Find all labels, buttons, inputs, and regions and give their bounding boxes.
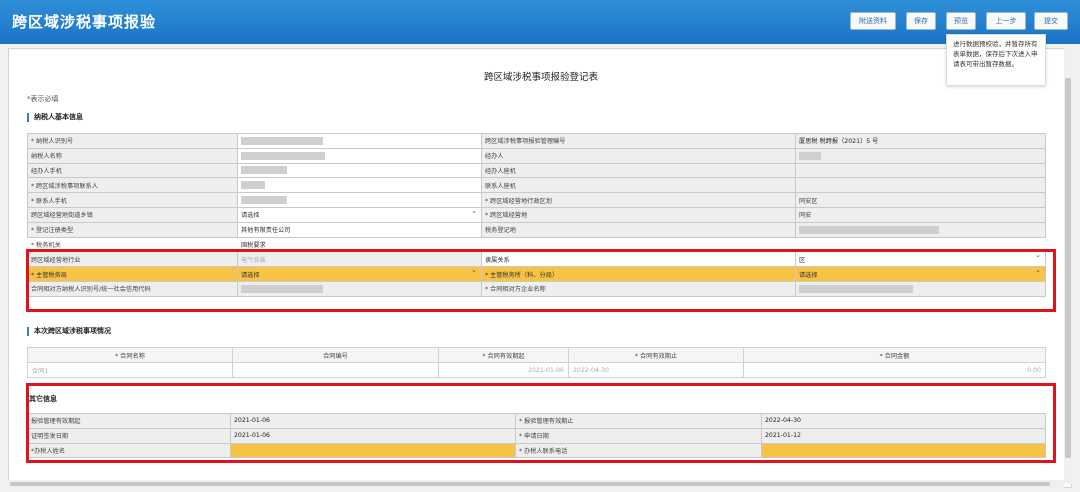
field-label: * 跨区域经营地 — [481, 206, 796, 223]
table-row: * 跨区域涉税事项联系人 联系人座机 — [27, 177, 1046, 194]
contract-section-title: 本次跨区域涉税事项情况 — [27, 327, 111, 336]
handler-field — [795, 147, 1046, 164]
redacted-value — [799, 225, 939, 234]
taxpayer-name-field — [237, 147, 482, 164]
field-label: 经办人 — [481, 147, 796, 164]
scrollbar-thumb[interactable] — [10, 482, 1050, 486]
contract-name-cell: 合同1 — [27, 362, 233, 378]
field-label: * 跨区域经营地行政区划 — [481, 192, 796, 208]
scrollbar-thumb[interactable] — [1065, 78, 1071, 458]
app-title: 跨区域涉税事项报验 — [12, 13, 157, 31]
form-sheet: 跨区域涉税事项报验登记表 *表示必填 纳税人基本信息 * 纳税人识别号 跨区域涉… — [8, 48, 1072, 488]
field-label: 跨区域涉税事项报验管理编号 — [481, 133, 796, 149]
admin-division-value: 同安区 — [795, 192, 1046, 208]
contract-number-cell — [232, 362, 439, 378]
table-row: * 联系人手机 * 跨区域经营地行政区划 同安区 — [27, 192, 1046, 208]
highlight-box-other-info — [26, 383, 1056, 463]
column-header: * 合同有效期止 — [568, 347, 744, 363]
field-label: 经办人座机 — [481, 162, 796, 179]
vertical-scrollbar[interactable] — [1064, 48, 1072, 484]
tax-registration-place-field — [795, 221, 1046, 238]
title-bar: 跨区域涉税事项报验 附送资料 保存 预览 上一步 提交 — [0, 0, 1080, 44]
redacted-value — [799, 151, 821, 160]
field-label: 联系人座机 — [481, 177, 796, 194]
registration-type-value: 其他有限责任公司 — [237, 221, 482, 238]
contact-person-field[interactable] — [237, 177, 482, 194]
contract-amount-cell: 0.00 — [743, 362, 1046, 378]
field-label: * 纳税人识别号 — [27, 133, 238, 149]
column-header: 合同编号 — [232, 347, 439, 363]
redacted-value — [241, 166, 287, 175]
field-label: * 联系人手机 — [27, 192, 238, 208]
contract-table: * 合同名称 合同编号 * 合同有效期起 * 合同有效期止 * 合同金额 合同1… — [27, 347, 1046, 378]
table-row: * 纳税人识别号 跨区域涉税事项报验管理编号 厦思税 税跨报（2021）5 号 — [27, 133, 1046, 149]
column-header: * 合同金额 — [743, 347, 1046, 363]
redacted-value — [241, 196, 287, 205]
table-row: * 登记注册类型 其他有限责任公司 税务登记地 — [27, 221, 1046, 238]
business-location-value: 同安 — [795, 206, 1046, 223]
contract-end-cell: 2022-04-30 — [568, 362, 744, 378]
preview-button[interactable]: 预览 — [946, 12, 976, 30]
taxpayer-id-field[interactable] — [237, 133, 482, 149]
field-label: 纳税人名称 — [27, 147, 238, 164]
column-header: * 合同名称 — [27, 347, 233, 363]
field-label: 跨区域经营地街道乡镇 — [27, 206, 238, 223]
previous-step-button[interactable]: 上一步 — [986, 12, 1026, 30]
contract-start-cell: 2021-01-06 — [438, 362, 569, 378]
column-header: * 合同有效期起 — [438, 347, 569, 363]
contact-mobile-field[interactable] — [237, 192, 482, 208]
field-label: * 登记注册类型 — [27, 221, 238, 238]
table-row: 跨区域经营地街道乡镇 请选择 * 跨区域经营地 同安 — [27, 206, 1046, 223]
submit-button[interactable]: 提交 — [1034, 12, 1068, 30]
required-note: *表示必填 — [27, 95, 59, 103]
contact-landline-field[interactable] — [795, 177, 1046, 194]
form-title: 跨区域涉税事项报验登记表 — [483, 72, 598, 83]
save-tooltip: 进行数据预校验，并暂存所有表单数据，保存后下次进入申请表可带出暂存数据。 — [946, 34, 1046, 86]
management-number-value: 厦思税 税跨报（2021）5 号 — [795, 133, 1046, 149]
handler-landline-field[interactable] — [795, 162, 1046, 179]
table-row: 纳税人名称 经办人 — [27, 147, 1046, 164]
table-row: 经办人手机 经办人座机 — [27, 162, 1046, 179]
redacted-value — [241, 151, 325, 160]
field-label: * 跨区域涉税事项联系人 — [27, 177, 238, 194]
table-row[interactable]: 合同1 2021-01-06 2022-04-30 0.00 — [27, 362, 1046, 378]
handler-mobile-field[interactable] — [237, 162, 482, 179]
street-township-select[interactable]: 请选择 — [237, 206, 482, 223]
field-label: 税务登记地 — [481, 221, 796, 238]
horizontal-scrollbar[interactable] — [8, 480, 1064, 488]
taxpayer-section-title: 纳税人基本信息 — [27, 113, 83, 122]
redacted-value — [241, 181, 265, 190]
table-header-row: * 合同名称 合同编号 * 合同有效期起 * 合同有效期止 * 合同金额 — [27, 347, 1046, 363]
save-button[interactable]: 保存 — [906, 12, 936, 30]
field-label: 经办人手机 — [27, 162, 238, 179]
redacted-value — [241, 136, 323, 145]
attach-materials-button[interactable]: 附送资料 — [850, 12, 896, 30]
highlight-box-tax-authority — [26, 249, 1056, 312]
